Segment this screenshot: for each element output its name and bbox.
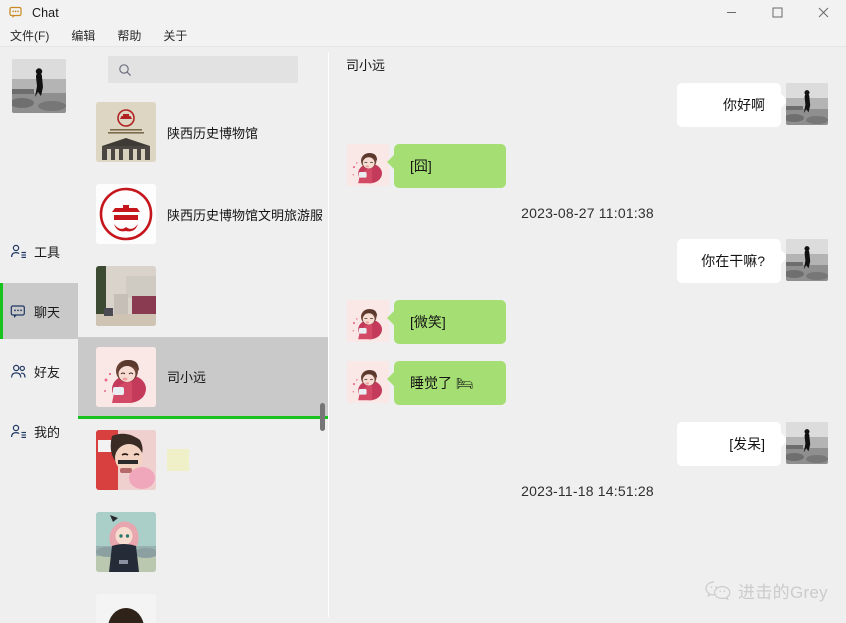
avatar-art-museum xyxy=(96,102,156,162)
main-area: 工具 聊天 好友 我的 陕西历史博物馆 陕西历史博物馆文明旅游服 司小远 司小远… xyxy=(0,47,846,623)
contact-list-panel: 陕西历史博物馆 陕西历史博物馆文明旅游服 司小远 xyxy=(78,47,328,623)
message-row-outgoing: 你好啊 xyxy=(347,83,828,127)
nav-rail: 工具 聊天 好友 我的 xyxy=(0,47,78,623)
menu-file[interactable]: 文件(F) xyxy=(8,26,51,45)
message-avatar-peer[interactable] xyxy=(347,144,389,186)
title-bar: Chat xyxy=(0,0,846,25)
chat-panel: 司小远 你好啊 [囧] 2023-08-27 11:01:38 你在干嘛? [微… xyxy=(329,47,846,623)
message-row-outgoing: 你在干嘛? xyxy=(347,239,828,283)
avatar-art-kid xyxy=(96,430,156,490)
maximize-button[interactable] xyxy=(754,0,800,25)
list-item[interactable]: 陕西历史博物馆 xyxy=(78,91,328,173)
avatar-art-boy xyxy=(347,361,389,403)
avatar-art-room xyxy=(96,266,156,326)
list-item[interactable] xyxy=(78,501,328,583)
avatar-art-beach xyxy=(786,83,828,125)
list-item[interactable] xyxy=(78,255,328,337)
message-row-outgoing: [发呆] xyxy=(347,422,828,466)
list-item[interactable]: 陕西历史博物馆文明旅游服务- xyxy=(78,173,328,255)
search-area xyxy=(78,47,328,91)
message-list[interactable]: 你好啊 [囧] 2023-08-27 11:01:38 你在干嘛? [微笑] 睡… xyxy=(329,81,846,623)
sidebar-item-label-tools: 工具 xyxy=(34,244,61,260)
menu-about[interactable]: 关于 xyxy=(161,26,189,45)
sidebar-item-friends[interactable]: 好友 xyxy=(0,343,78,399)
message-bubble[interactable]: [囧] xyxy=(387,144,506,188)
contact-list-scrollbar[interactable] xyxy=(318,91,327,623)
window-title: Chat xyxy=(32,5,59,20)
contact-avatar-anya xyxy=(96,512,156,572)
chat-bubble-icon xyxy=(10,303,27,320)
message-avatar-self[interactable] xyxy=(786,83,828,125)
search-icon xyxy=(118,63,132,77)
contact-name: 司小远 xyxy=(167,370,207,385)
window-controls xyxy=(708,0,846,25)
avatar-art-anya xyxy=(96,512,156,572)
message-row-incoming: [囧] xyxy=(347,144,828,188)
avatar-art-boy xyxy=(347,144,389,186)
message-timestamp: 2023-08-27 11:01:38 xyxy=(521,205,654,221)
contact-avatar-kid xyxy=(96,430,156,490)
message-avatar-self[interactable] xyxy=(786,239,828,281)
contact-avatar-room xyxy=(96,266,156,326)
message-row-incoming: [微笑] xyxy=(347,300,828,344)
avatar-art-boy xyxy=(96,346,156,407)
menu-help[interactable]: 帮助 xyxy=(115,26,143,45)
avatar-art-beach xyxy=(12,59,66,113)
user-avatar[interactable] xyxy=(12,59,66,113)
contact-name: 陕西历史博物馆文明旅游服务- xyxy=(167,207,322,223)
close-button[interactable] xyxy=(800,0,846,25)
avatar-art-dark xyxy=(96,594,156,623)
tools-person-icon xyxy=(10,243,27,260)
menu-edit[interactable]: 编辑 xyxy=(69,26,97,45)
menu-bar: 文件(F) 编辑 帮助 关于 xyxy=(0,25,846,47)
sidebar-item-label-friends: 好友 xyxy=(34,364,61,380)
message-avatar-peer[interactable] xyxy=(347,361,389,403)
sidebar-item-tools[interactable]: 工具 xyxy=(0,223,78,279)
avatar-art-seal xyxy=(96,184,156,244)
search-box[interactable] xyxy=(108,56,298,83)
profile-person-icon xyxy=(10,423,27,440)
unread-badge xyxy=(167,449,189,471)
contact-avatar-museum xyxy=(96,102,156,162)
chat-application-window: Chat 文件(F) 编辑 帮助 关于 工具 聊天 好友 我的 陕西历史博物馆 … xyxy=(0,0,846,623)
sidebar-item-mine[interactable]: 我的 xyxy=(0,403,78,459)
friends-icon xyxy=(10,363,27,380)
message-bubble[interactable]: [发呆] xyxy=(677,422,788,466)
contact-avatar-siXiaoYuan xyxy=(96,346,156,407)
sidebar-item-label-mine: 我的 xyxy=(34,424,61,440)
list-item[interactable] xyxy=(78,583,328,623)
contact-avatar-dark xyxy=(96,594,156,623)
message-timestamp: 2023-11-18 14:51:28 xyxy=(521,483,654,499)
chat-header: 司小远 xyxy=(329,47,846,81)
chat-header-title: 司小远 xyxy=(346,57,386,73)
message-bubble[interactable]: [微笑] xyxy=(387,300,506,344)
contact-list-scrollbar-thumb[interactable] xyxy=(320,403,325,431)
message-avatar-peer[interactable] xyxy=(347,300,389,342)
message-bubble[interactable]: 你在干嘛? xyxy=(677,239,788,283)
search-input[interactable] xyxy=(138,61,292,78)
avatar-art-boy xyxy=(347,300,389,342)
message-row-incoming: 睡觉了 🛏 xyxy=(347,361,828,405)
list-item-selected[interactable]: 司小远 xyxy=(78,337,328,419)
sidebar-item-chat[interactable]: 聊天 xyxy=(0,283,78,339)
list-item[interactable] xyxy=(78,419,328,501)
chat-app-icon xyxy=(9,5,25,21)
rail-spacer xyxy=(0,113,78,223)
sidebar-item-label-chat: 聊天 xyxy=(34,304,61,320)
contact-name: 陕西历史博物馆 xyxy=(167,125,259,141)
contact-avatar-seal xyxy=(96,184,156,244)
title-bar-left: Chat xyxy=(0,5,59,21)
message-avatar-self[interactable] xyxy=(786,422,828,464)
avatar-art-beach xyxy=(786,239,828,281)
message-bubble[interactable]: 你好啊 xyxy=(677,83,788,127)
avatar-art-beach xyxy=(786,422,828,464)
message-bubble[interactable]: 睡觉了 🛏 xyxy=(387,361,506,405)
minimize-button[interactable] xyxy=(708,0,754,25)
contact-list[interactable]: 陕西历史博物馆 陕西历史博物馆文明旅游服 司小远 xyxy=(78,91,328,623)
